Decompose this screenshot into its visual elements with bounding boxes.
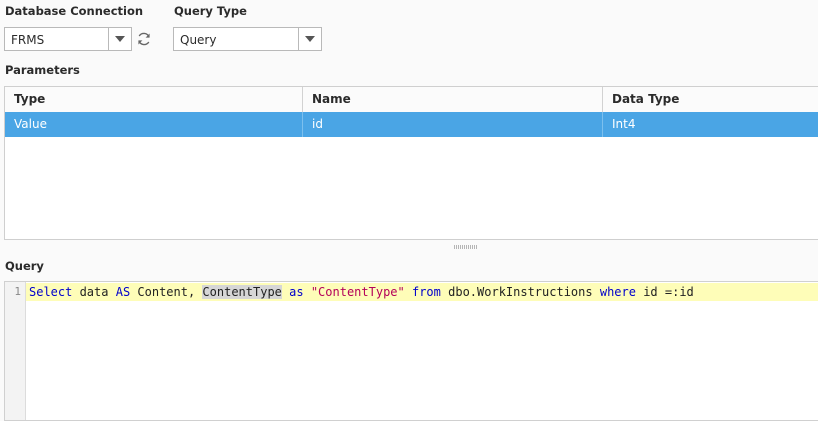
code-text: data [72,285,116,299]
table-header: Type Name Data Type [5,87,818,113]
current-line[interactable]: Select data AS Content, ContentType as "… [26,283,818,301]
line-number: 1 [14,285,21,298]
keyword-as: as [289,285,304,299]
query-type-dropdown-button[interactable] [298,28,321,50]
cell-name[interactable]: id [302,112,602,137]
query-type-value: Query [180,33,217,47]
keyword-where: where [599,285,636,299]
code-text: dbo.WorkInstructions [440,285,600,299]
chevron-down-icon [115,36,125,42]
code-text: Content, [130,285,203,299]
cell-data-type[interactable]: Int4 [602,112,818,137]
code-text: id =:id [635,285,694,299]
query-editor[interactable]: 1 Select data AS Content, ContentType as… [4,281,818,421]
database-connection-select[interactable]: FRMS [4,27,132,51]
keyword-as: AS [115,285,131,299]
line-number-gutter: 1 [5,282,26,420]
cell-type[interactable]: Value [5,112,302,137]
database-connection-label: Database Connection [5,4,144,18]
query-type-select[interactable]: Query [173,27,322,51]
column-header-name[interactable]: Name [302,87,602,112]
keyword-from: from [411,285,441,299]
table-row[interactable]: Value id Int4 [5,112,818,137]
database-connection-value: FRMS [11,33,45,47]
database-connection-dropdown-button[interactable] [108,28,131,50]
query-code[interactable]: Select data AS Content, ContentType as "… [29,285,694,299]
query-label: Query [5,259,44,273]
column-header-data-type[interactable]: Data Type [602,87,818,112]
keyword-select: Select [29,285,73,299]
query-type-label: Query Type [174,4,247,18]
refresh-icon[interactable] [136,31,152,47]
parameters-label: Parameters [5,63,80,77]
string-literal: "ContentType" [310,285,405,299]
highlighted-identifier: ContentType [202,285,282,299]
splitter-grip-icon[interactable] [454,245,478,249]
chevron-down-icon [305,36,315,42]
parameters-table[interactable]: Type Name Data Type Value id Int4 [4,86,818,240]
column-header-type[interactable]: Type [5,87,302,112]
